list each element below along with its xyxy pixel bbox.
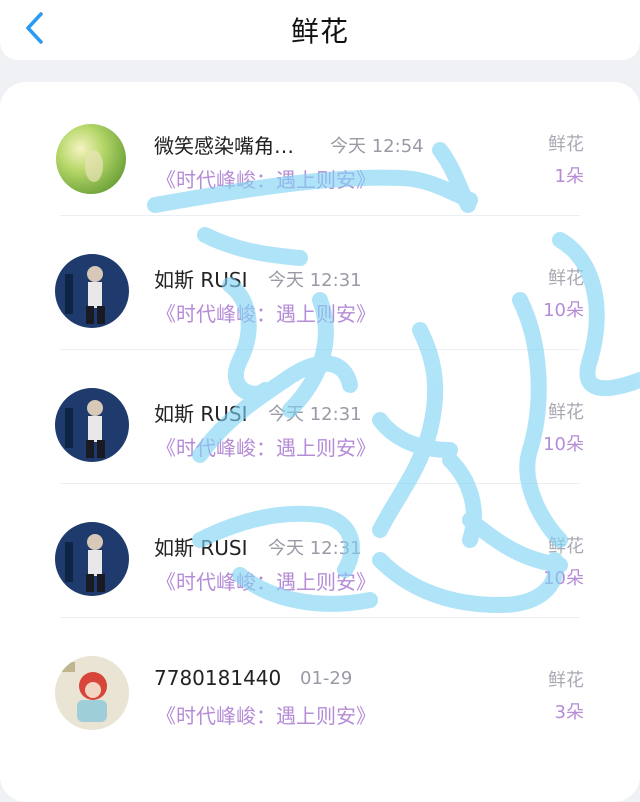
list-item[interactable]: 如斯 RUSI 今天 12:31 《时代峰峻：遇上则安》 鲜花 10朵 [0, 484, 640, 618]
gift-type: 鲜花 [548, 670, 584, 691]
list-item[interactable]: 如斯 RUSI 今天 12:31 《时代峰峻：遇上则安》 鲜花 10朵 [0, 350, 640, 484]
gift-count: 10朵 [543, 568, 584, 589]
send-time: 今天 12:54 [330, 136, 424, 157]
gift-type: 鲜花 [548, 402, 584, 423]
gift-count: 10朵 [543, 434, 584, 455]
avatar[interactable] [55, 522, 129, 596]
sender-name: 如斯 RUSI [154, 268, 248, 292]
list-item[interactable]: 7780181440 01-29 《时代峰峻：遇上则安》 鲜花 3朵 [0, 618, 640, 752]
book-title-link[interactable]: 《时代峰峻：遇上则安》 [156, 298, 376, 327]
gift-count: 1朵 [554, 166, 584, 187]
book-title-link[interactable]: 《时代峰峻：遇上则安》 [156, 566, 376, 595]
sender-name: 如斯 RUSI [154, 536, 248, 560]
sender-name: 如斯 RUSI [154, 402, 248, 426]
send-time: 今天 12:31 [268, 270, 362, 291]
avatar[interactable] [55, 254, 129, 328]
flower-list: 微笑感染嘴角… 今天 12:54 《时代峰峻：遇上则安》 鲜花 1朵 如斯 RU… [0, 82, 640, 802]
sender-name: 7780181440 [154, 666, 282, 690]
gift-type: 鲜花 [548, 268, 584, 289]
gift-type: 鲜花 [548, 134, 584, 155]
avatar[interactable] [55, 656, 129, 730]
page-title: 鲜花 [290, 15, 349, 48]
send-time: 今天 12:31 [268, 538, 362, 559]
avatar[interactable] [55, 388, 129, 462]
gift-count: 3朵 [554, 702, 584, 723]
header-bar: 鲜花 [0, 0, 640, 60]
send-time: 01-29 [300, 668, 353, 689]
book-title-link[interactable]: 《时代峰峻：遇上则安》 [156, 432, 376, 461]
book-title-link[interactable]: 《时代峰峻：遇上则安》 [156, 700, 376, 729]
send-time: 今天 12:31 [268, 404, 362, 425]
sender-name: 微笑感染嘴角… [154, 134, 294, 158]
gift-type: 鲜花 [548, 536, 584, 557]
book-title-link[interactable]: 《时代峰峻：遇上则安》 [156, 164, 376, 193]
list-item[interactable]: 微笑感染嘴角… 今天 12:54 《时代峰峻：遇上则安》 鲜花 1朵 [0, 82, 640, 216]
gift-count: 10朵 [543, 300, 584, 321]
list-item[interactable]: 如斯 RUSI 今天 12:31 《时代峰峻：遇上则安》 鲜花 10朵 [0, 216, 640, 350]
avatar[interactable] [56, 124, 126, 194]
